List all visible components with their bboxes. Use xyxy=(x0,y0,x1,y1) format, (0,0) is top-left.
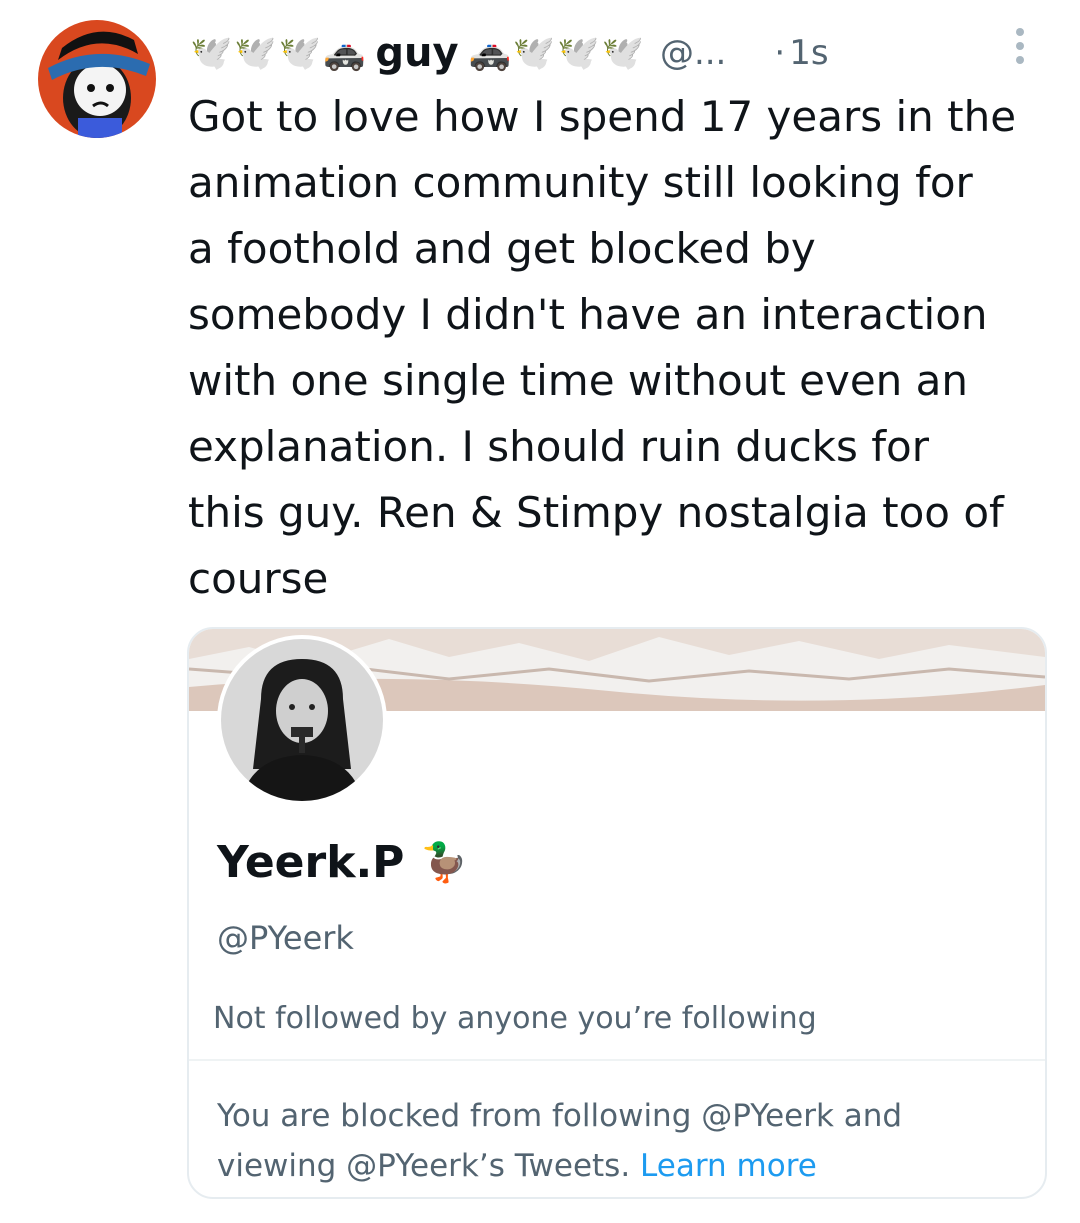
author-avatar[interactable] xyxy=(38,20,156,138)
profile-picture[interactable] xyxy=(217,635,387,805)
name-emoji-police-car: 🚓 xyxy=(323,33,366,73)
tweet-text: Got to love how I spend 17 years in the … xyxy=(188,92,1017,603)
duck-icon: 🦆 xyxy=(420,840,468,884)
profile-card[interactable]: Yeerk.P 🦆 @PYeerk Not followed by anyone… xyxy=(187,627,1047,1199)
more-options-icon[interactable] xyxy=(1010,24,1030,68)
name-emoji-dove: 🕊️ xyxy=(601,33,644,73)
name-emoji-dove: 🕊️ xyxy=(190,33,233,73)
name-emoji-dove: 🕊️ xyxy=(234,33,277,73)
tweet-timestamp[interactable]: 1s xyxy=(789,33,828,73)
blocked-notice: You are blocked from following @PYeerk a… xyxy=(217,1091,1017,1191)
name-emoji-dove: 🕊️ xyxy=(278,33,322,73)
author-handle[interactable]: @... xyxy=(660,33,726,73)
separator-dot: · xyxy=(774,33,786,73)
tweet-header: 🕊️ 🕊️ 🕊️ 🚓 guy 🚓 🕊️ 🕊️ 🕊️ @... · 1s xyxy=(190,18,1040,88)
name-emoji-dove: 🕊️ xyxy=(557,33,600,73)
profile-display-name[interactable]: Yeerk.P 🦆 xyxy=(217,837,468,888)
divider xyxy=(189,1059,1045,1061)
author-display-name[interactable]: guy xyxy=(375,30,458,76)
profile-name-text: Yeerk.P xyxy=(217,837,405,888)
profile-handle[interactable]: @PYeerk xyxy=(217,919,354,957)
follow-context: Not followed by anyone you’re following xyxy=(213,1001,817,1036)
name-emoji-dove: 🕊️ xyxy=(512,33,556,73)
name-emoji-police-car: 🚓 xyxy=(468,33,511,73)
learn-more-link[interactable]: Learn more xyxy=(640,1148,817,1184)
